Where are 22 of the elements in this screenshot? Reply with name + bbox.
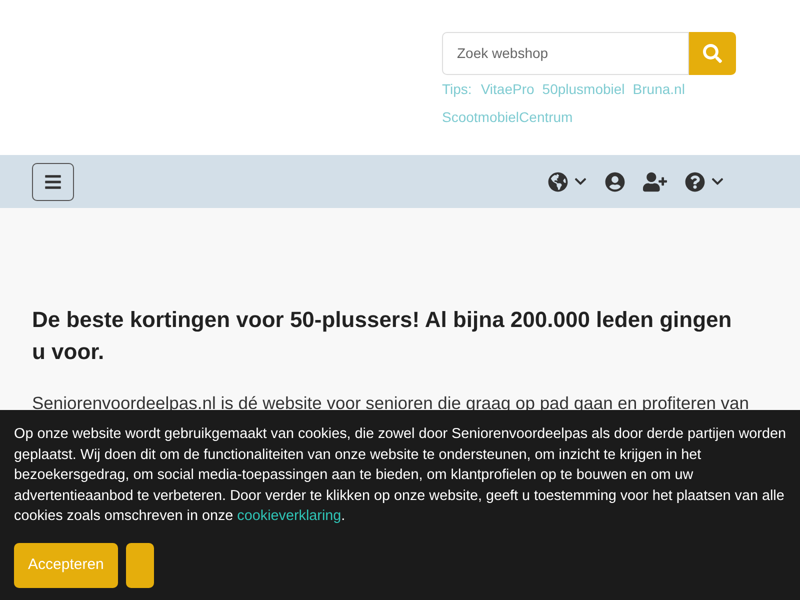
nav-icon-button[interactable] (643, 172, 667, 192)
nav-icon-button[interactable] (605, 172, 625, 192)
cookie-button[interactable] (126, 542, 154, 588)
tip-link[interactable]: 50plusmobiel (542, 75, 625, 103)
tips-label: Tips: (442, 80, 472, 99)
user-icon (605, 172, 625, 192)
tip-link[interactable]: VitaePro (480, 75, 534, 103)
help-icon (685, 172, 705, 192)
tip-link[interactable]: Bruna.nl (632, 75, 685, 103)
cookie-policy-link[interactable]: cookieverklaring (237, 508, 342, 524)
menu-icon (44, 172, 62, 190)
cookie-text: Op onze website wordt gebruikgemaakt van cookies, die zowel door Seniorenvoordeelpas als door derde partijen worden geplaatst. Wij doen dit om de functionaliteiten van onze website te ondersteunen, om inzicht te krijgen in het bezoekersgedrag, om social media-toepassingen aan te bieden, om klantprofielen op te bouwen en om uw advertentieaanbod te verbeteren. Door verder te klikken op onze website, geeft u toestemming voor het plaatsen van alle cookies zoals omschreven in onze cookieverklaring. (14, 425, 786, 526)
intro-heading: De beste kortingen voor 50-plussers! Al bijna 200.000 leden gingen u voor. (32, 306, 733, 366)
accept-button[interactable]: Accepteren (14, 542, 118, 588)
search-field[interactable]: Zoek webshop (442, 32, 689, 75)
search-icon (703, 44, 722, 63)
nav-icon-button[interactable] (685, 172, 724, 192)
nav-icon-button[interactable] (548, 172, 587, 192)
menu-button[interactable] (32, 162, 74, 200)
tip-link[interactable]: ScootmobielCentrum (442, 103, 573, 131)
globe-icon (548, 172, 568, 192)
add-user-icon (643, 172, 667, 192)
